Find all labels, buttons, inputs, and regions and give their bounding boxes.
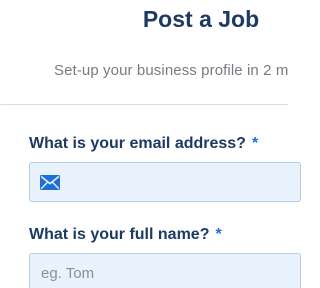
page-subtitle: Set-up your business profile in 2 m — [54, 62, 289, 79]
page-title: Post a Job — [142, 6, 260, 32]
required-asterisk: * — [251, 135, 259, 152]
full-name-field[interactable] — [29, 253, 301, 288]
email-input[interactable] — [30, 163, 300, 201]
email-label-text: What is your email address? — [29, 135, 246, 152]
section-divider — [0, 104, 288, 105]
required-asterisk: * — [215, 226, 222, 243]
email-field[interactable] — [29, 162, 301, 202]
full-name-field-label: What is your full name? * — [29, 226, 222, 244]
full-name-label-text: What is your full name? — [29, 226, 210, 243]
full-name-input[interactable] — [30, 254, 300, 288]
email-field-label: What is your email address? * — [29, 135, 258, 153]
